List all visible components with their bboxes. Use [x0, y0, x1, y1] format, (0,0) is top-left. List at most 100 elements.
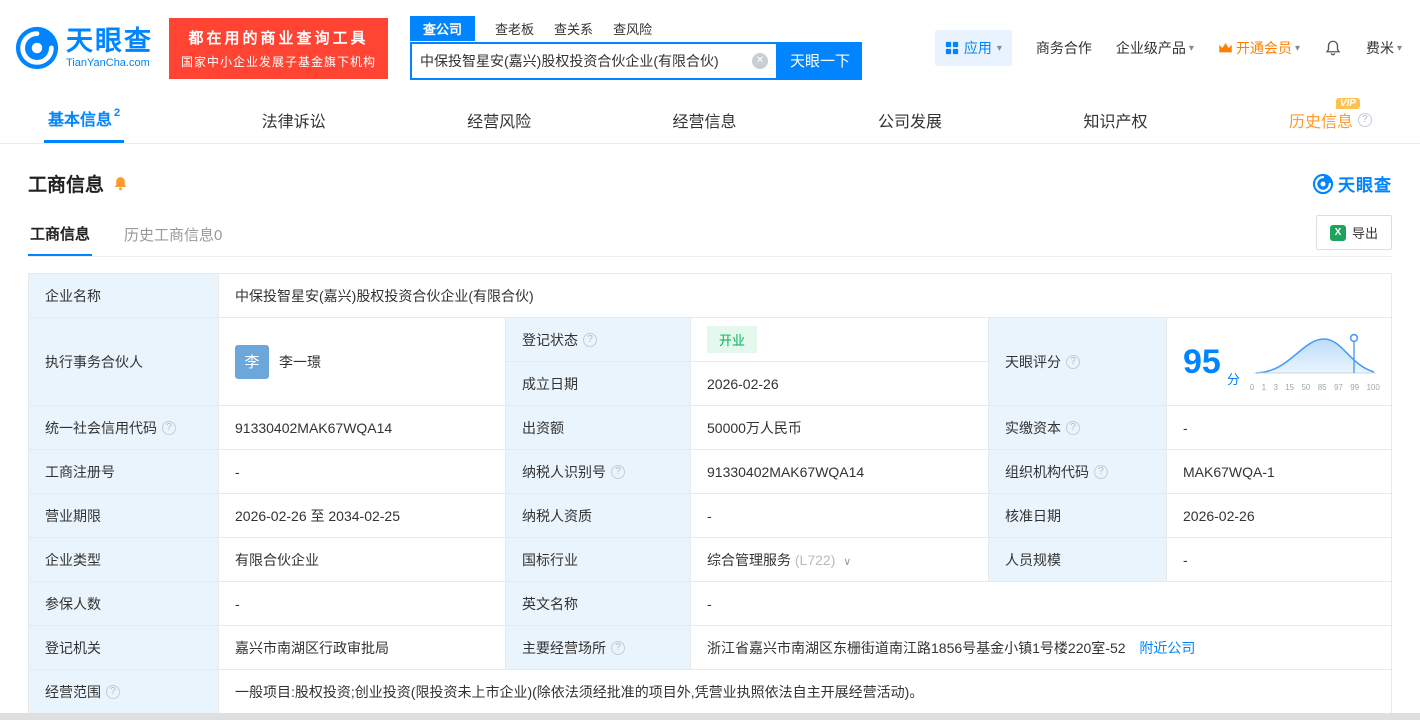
approval-date-value: 2026-02-26 [1166, 493, 1392, 538]
enterprise-product-link[interactable]: 企业级产品 ▾ [1116, 38, 1194, 58]
search-button[interactable]: 天眼一下 [778, 41, 863, 80]
tab-operation-risk[interactable]: 经营风险 [463, 96, 535, 143]
help-icon[interactable]: ? [611, 464, 625, 479]
subtab-business-info[interactable]: 工商信息 [28, 215, 93, 256]
export-button[interactable]: X 导出 [1315, 215, 1392, 250]
tianyancha-logo[interactable]: 天眼查 TianYanCha.com [14, 25, 153, 71]
score-label: 天眼评分? [988, 317, 1167, 406]
org-code-value: MAK67WQA-1 [1166, 449, 1392, 494]
reg-number-value: - [218, 449, 506, 494]
tab-company-development[interactable]: 公司发展 [874, 96, 946, 143]
chevron-down-icon[interactable]: ∨ [843, 556, 851, 568]
tab-basic-info-count: 2 [114, 107, 121, 119]
caret-down-icon: ▾ [996, 42, 1002, 54]
business-place-address: 浙江省嘉兴市南湖区东栅街道南江路1856号基金小镇1号楼220室-52 [707, 639, 1126, 656]
subtab-history-business-info[interactable]: 历史工商信息0 [122, 216, 224, 255]
apps-grid-icon [945, 41, 958, 55]
watermark-logo: 天眼查 [1312, 171, 1392, 196]
paid-capital-label: 实缴资本? [988, 405, 1167, 450]
tab-basic-info[interactable]: 基本信息 2 [44, 96, 125, 143]
company-name-value: 中保投智星安(嘉兴)股权投资合伙企业(有限合伙) [218, 273, 1392, 318]
help-icon[interactable]: ? [106, 684, 120, 699]
table-row: 执行事务合伙人 李 李一璟 登记状态? 开业 天眼评分? 95 分 0 1 3 … [28, 317, 1392, 406]
tab-legal-litigation-label: 法律诉讼 [261, 113, 326, 131]
staff-size-label: 人员规模 [988, 537, 1167, 582]
caret-down-icon: ▾ [1294, 42, 1300, 54]
table-row: 企业类型 有限合伙企业 国标行业 综合管理服务 (L722) ∨ 人员规模 - [28, 537, 1392, 582]
brand-name: 天眼查 [66, 26, 153, 57]
score-marker-pin [1349, 333, 1359, 343]
table-row: 工商注册号 - 纳税人识别号? 91330402MAK67WQA14 组织机构代… [28, 449, 1392, 494]
credit-code-label: 统一社会信用代码? [28, 405, 219, 450]
brand-domain: TianYanCha.com [66, 56, 150, 69]
biz-cooperation-link[interactable]: 商务合作 [1036, 38, 1092, 58]
search-box: ✕ [410, 41, 779, 80]
clear-icon[interactable]: ✕ [752, 52, 769, 69]
partner-name[interactable]: 李一璟 [279, 352, 321, 372]
enterprise-product-label: 企业级产品 [1115, 40, 1186, 56]
business-scope-label-text: 经营范围 [45, 683, 101, 700]
score-unit: 分 [1226, 372, 1240, 387]
business-scope-value: 一般项目:股权投资;创业投资(限投资未上市企业)(除依法须经批准的项目外,凭营业… [218, 669, 1392, 714]
search-tab-company[interactable]: 查公司 [410, 16, 476, 41]
search-tab-boss[interactable]: 查老板 [495, 19, 534, 38]
capital-label: 出资额 [505, 405, 691, 450]
table-row: 营业期限 2026-02-26 至 2034-02-25 纳税人资质 - 核准日… [28, 493, 1392, 538]
tab-history-info[interactable]: VIP 历史信息 ? [1285, 96, 1376, 143]
user-menu[interactable]: 费米 ▾ [1366, 38, 1402, 58]
watermark-logo-label: 天眼查 [1338, 176, 1392, 195]
industry-label: 国标行业 [505, 537, 691, 582]
promo-line2: 国家中小企业发展子基金旗下机构 [181, 54, 377, 69]
tab-history-info-label: 历史信息 [1288, 113, 1353, 131]
apps-label: 应用 [963, 40, 992, 56]
excel-icon: X [1329, 224, 1346, 241]
taxpayer-quality-label: 纳税人资质 [505, 493, 691, 538]
score-label-text: 天眼评分 [1005, 353, 1061, 370]
help-icon[interactable]: ? [611, 640, 625, 655]
insured-count-label: 参保人数 [28, 581, 219, 626]
export-label: 导出 [1351, 226, 1378, 241]
section-title: 工商信息 [28, 175, 105, 196]
taxpayer-id-value: 91330402MAK67WQA14 [690, 449, 989, 494]
username-label: 费米 [1365, 40, 1394, 56]
help-icon[interactable]: ? [1357, 112, 1372, 127]
business-scope-label: 经营范围? [28, 669, 219, 714]
help-icon[interactable]: ? [1066, 354, 1080, 369]
crown-icon [1219, 43, 1232, 53]
tab-company-development-label: 公司发展 [878, 113, 943, 131]
tab-intellectual-property[interactable]: 知识产权 [1079, 96, 1151, 143]
score-axis-ticks: 013 15 50 85 97 99 100 [1249, 383, 1380, 392]
company-type-label: 企业类型 [28, 537, 219, 582]
search-input[interactable] [420, 52, 753, 69]
company-name-label: 企业名称 [28, 273, 219, 318]
establish-date-label: 成立日期 [505, 361, 691, 406]
search-tab-relation[interactable]: 查关系 [554, 19, 593, 38]
business-place-value: 浙江省嘉兴市南湖区东栅街道南江路1856号基金小镇1号楼220室-52 附近公司 [690, 625, 1392, 670]
vip-upgrade-link[interactable]: 开通会员 ▾ [1218, 38, 1300, 58]
apps-button[interactable]: 应用 ▾ [934, 30, 1012, 66]
main-content: 工商信息 天眼查 工商信息 历史工商信息0 X 导出 企业名称 中保投智星安(嘉… [0, 170, 1420, 714]
help-icon[interactable]: ? [1094, 464, 1108, 479]
table-row: 企业名称 中保投智星安(嘉兴)股权投资合伙企业(有限合伙) [28, 273, 1392, 318]
notification-bell-icon[interactable] [1324, 39, 1342, 57]
business-place-label: 主要经营场所? [505, 625, 691, 670]
approval-date-label: 核准日期 [988, 493, 1167, 538]
staff-size-value: - [1166, 537, 1392, 582]
help-icon[interactable]: ? [162, 420, 176, 435]
tab-operation-info[interactable]: 经营信息 [669, 96, 741, 143]
help-icon[interactable]: ? [583, 332, 597, 347]
status-badge: 开业 [707, 326, 758, 353]
reg-status-label-text: 登记状态 [522, 331, 578, 348]
taxpayer-id-label: 纳税人识别号? [505, 449, 691, 494]
reg-authority-label: 登记机关 [28, 625, 219, 670]
business-term-label: 营业期限 [28, 493, 219, 538]
avatar[interactable]: 李 [235, 344, 269, 379]
subscribe-bell-icon[interactable] [112, 175, 129, 192]
insured-count-value: - [218, 581, 506, 626]
nearby-companies-link[interactable]: 附近公司 [1139, 640, 1195, 656]
industry-name: 综合管理服务 [707, 551, 791, 568]
help-icon[interactable]: ? [1066, 420, 1080, 435]
search-tab-risk[interactable]: 查风险 [613, 19, 652, 38]
score-chart: 013 15 50 85 97 99 100 [1250, 331, 1380, 392]
tab-legal-litigation[interactable]: 法律诉讼 [258, 96, 330, 143]
